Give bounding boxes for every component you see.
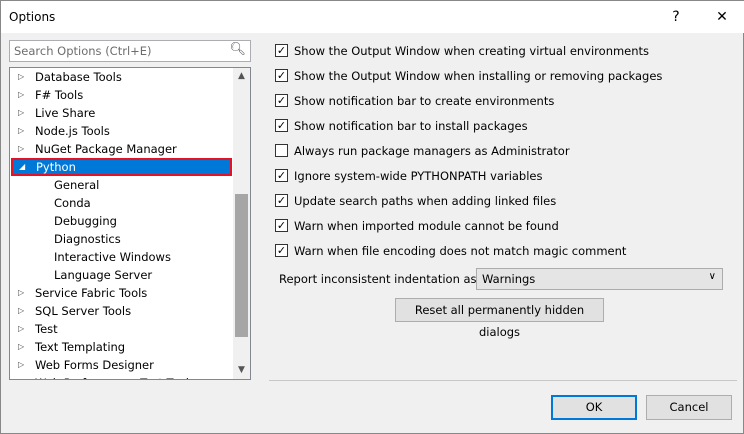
search-icon[interactable]: 🔍︎ — [229, 42, 246, 57]
collapsed-arrow-icon[interactable]: ▷ — [18, 68, 24, 86]
tree-item-label: Service Fabric Tools — [35, 286, 148, 300]
tree-item-label: Conda — [54, 196, 91, 210]
chevron-down-icon: ∨ — [708, 271, 716, 282]
collapsed-arrow-icon[interactable]: ▷ — [18, 86, 24, 104]
option-checkbox[interactable]: ✓ Update search paths when adding linked … — [275, 193, 556, 211]
help-button[interactable]: ? — [663, 5, 689, 29]
tree-item-label: Language Server — [54, 268, 153, 282]
tree-item-label: General — [54, 178, 100, 192]
reset-dialogs-button[interactable]: Reset all permanently hidden dialogs — [395, 298, 604, 339]
checkbox-checked-icon[interactable]: ✓ — [275, 169, 288, 182]
tree-item-label: Live Share — [35, 106, 96, 120]
option-checkbox[interactable]: ✓ Show the Output Window when installing … — [275, 68, 662, 86]
option-label: Show the Output Window when installing o… — [294, 69, 663, 83]
divider — [269, 380, 737, 381]
collapsed-arrow-icon[interactable]: ▷ — [18, 104, 24, 122]
tree-item-label: Test — [35, 322, 58, 336]
expanded-arrow-icon[interactable]: ◢ — [19, 158, 25, 176]
tree-item[interactable]: ▷ SQL Server Tools — [10, 302, 232, 320]
collapsed-arrow-icon[interactable]: ▷ — [18, 122, 24, 140]
tree-item-label: SQL Server Tools — [35, 304, 132, 318]
option-label: Update search paths when adding linked f… — [294, 194, 557, 208]
collapsed-arrow-icon[interactable]: ▷ — [18, 338, 24, 356]
option-label: Ignore system-wide PYTHONPATH variables — [294, 169, 543, 183]
tree-item[interactable]: Language Server — [10, 266, 232, 284]
tree-item[interactable]: Diagnostics — [10, 230, 232, 248]
tree-item[interactable]: ▷ Node.js Tools — [10, 122, 232, 140]
indentation-label: Report inconsistent indentation as — [279, 272, 477, 286]
tree-item-label: Python — [36, 160, 76, 174]
tree-scrollbar[interactable]: ▲ ▼ — [233, 68, 250, 379]
option-checkbox[interactable]: ✓ Show notification bar to create environ… — [275, 93, 554, 111]
option-checkbox[interactable]: ✓ Warn when imported module cannot be fou… — [275, 218, 559, 236]
tree-item-label: Diagnostics — [54, 232, 121, 246]
checkbox-checked-icon[interactable]: ✓ — [275, 194, 288, 207]
tree-item-label: Node.js Tools — [35, 124, 110, 138]
ok-button[interactable]: OK — [551, 395, 637, 420]
tree-item-label: Text Templating — [35, 340, 126, 354]
scroll-up-icon[interactable]: ▲ — [233, 68, 250, 85]
tree-item[interactable]: Debugging — [10, 212, 232, 230]
option-label: Show notification bar to create environm… — [294, 94, 555, 108]
options-tree: ▷ Web Performance Test Tools ▷ Web Forms De… — [9, 67, 251, 380]
tree-item[interactable]: ▷ Text Templating — [10, 338, 232, 356]
collapsed-arrow-icon[interactable]: ▷ — [18, 320, 24, 338]
checkbox-checked-icon[interactable]: ✓ — [275, 244, 288, 257]
checkbox-checked-icon[interactable]: ✓ — [275, 69, 288, 82]
checkbox-checked-icon[interactable]: ✓ — [275, 94, 288, 107]
collapsed-arrow-icon[interactable]: ▷ — [18, 140, 24, 158]
checkbox-checked-icon[interactable]: ✓ — [275, 44, 288, 57]
tree-item[interactable]: General — [10, 176, 232, 194]
tree-item-label: Database Tools — [35, 70, 122, 84]
tree-item-label: Web Forms Designer — [35, 358, 154, 372]
option-checkbox[interactable]: ✓ Ignore system-wide PYTHONPATH variables — [275, 168, 543, 186]
collapsed-arrow-icon[interactable]: ▷ — [18, 356, 24, 374]
title-bar: Options ? ✕ — [1, 1, 744, 33]
tree-item[interactable]: ▷ Live Share — [10, 104, 232, 122]
collapsed-arrow-icon[interactable]: ▷ — [18, 374, 24, 379]
collapsed-arrow-icon[interactable]: ▷ — [18, 302, 24, 320]
tree-item[interactable]: ◢ Python — [11, 158, 232, 176]
option-checkbox[interactable]: Always run package managers as Administr… — [275, 143, 570, 161]
tree-item[interactable]: Interactive Windows — [10, 248, 232, 266]
option-label: Always run package managers as Administr… — [294, 144, 570, 158]
tree-item[interactable]: ▷ NuGet Package Manager — [10, 140, 232, 158]
checkbox-checked-icon[interactable]: ✓ — [275, 219, 288, 232]
option-checkbox[interactable]: ✓ Show notification bar to install packag… — [275, 118, 528, 136]
option-label: Show notification bar to install package… — [294, 119, 528, 133]
collapsed-arrow-icon[interactable]: ▷ — [18, 284, 24, 302]
search-input[interactable]: Search Options (Ctrl+E) 🔍︎ — [9, 40, 251, 62]
tree-item-label: Interactive Windows — [54, 250, 171, 264]
tree-item[interactable]: ▷ F# Tools — [10, 86, 232, 104]
tree-item[interactable]: Conda — [10, 194, 232, 212]
search-placeholder: Search Options (Ctrl+E) — [14, 44, 152, 58]
tree-item-label: Debugging — [54, 214, 117, 228]
tree-item-label: NuGet Package Manager — [35, 142, 177, 156]
option-checkbox[interactable]: ✓ Show the Output Window when creating vi… — [275, 43, 649, 61]
checkbox-unchecked-icon[interactable] — [275, 144, 288, 157]
option-label: Warn when file encoding does not match m… — [294, 244, 627, 258]
scroll-thumb[interactable] — [235, 194, 248, 337]
option-label: Show the Output Window when creating vir… — [294, 44, 650, 58]
tree-item[interactable]: ▷ Web Performance Test Tools — [10, 374, 232, 379]
scroll-down-icon[interactable]: ▼ — [233, 362, 250, 379]
cancel-button[interactable]: Cancel — [646, 395, 732, 420]
option-checkbox[interactable]: ✓ Warn when file encoding does not match … — [275, 243, 626, 261]
indentation-select[interactable]: Warnings ∨ — [476, 268, 723, 290]
close-button[interactable]: ✕ — [709, 5, 735, 29]
window-title: Options — [9, 10, 56, 24]
tree-item[interactable]: ▷ Test — [10, 320, 232, 338]
tree-item[interactable]: ▷ Database Tools — [10, 68, 232, 86]
tree-item-label: Web Performance Test Tools — [35, 374, 195, 379]
tree-item[interactable]: ▷ Web Forms Designer — [10, 356, 232, 374]
tree-item[interactable]: ▷ Service Fabric Tools — [10, 284, 232, 302]
indentation-value: Warnings — [482, 272, 536, 286]
option-label: Warn when imported module cannot be foun… — [294, 219, 559, 233]
checkbox-checked-icon[interactable]: ✓ — [275, 119, 288, 132]
tree-item-label: F# Tools — [35, 88, 84, 102]
